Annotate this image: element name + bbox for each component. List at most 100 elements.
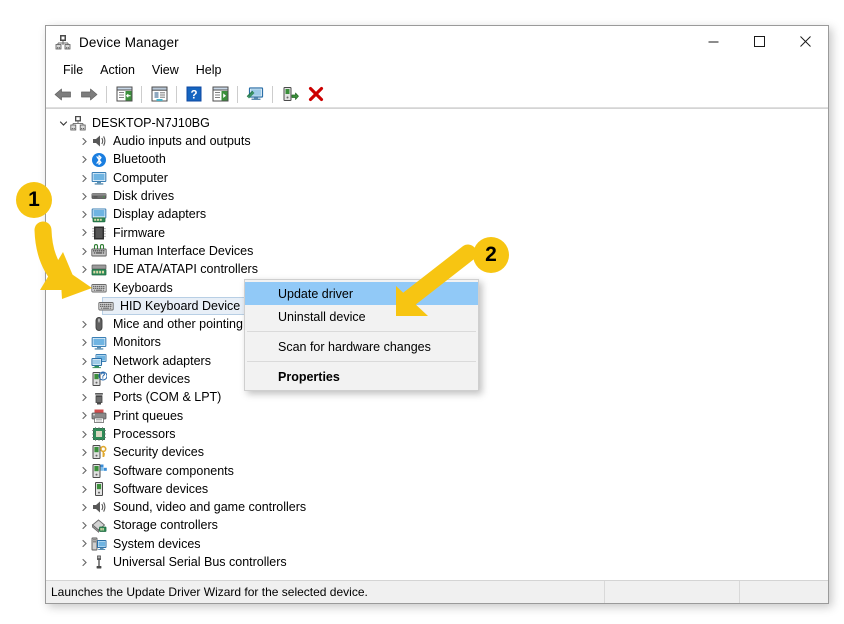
chevron-right-icon[interactable] (77, 503, 91, 512)
context-menu-item-scan-for-hardware-changes[interactable]: Scan for hardware changes (245, 335, 478, 358)
tree-row-label: Universal Serial Bus controllers (113, 555, 287, 570)
tree-row-processors[interactable]: Processors (46, 425, 828, 443)
software-device-icon (91, 481, 107, 497)
chevron-right-icon[interactable] (77, 192, 91, 201)
tree-row-label: Bluetooth (113, 152, 166, 167)
chevron-right-icon[interactable] (77, 265, 91, 274)
svg-text:?: ? (190, 89, 197, 101)
tree-row-label: Print queues (113, 408, 184, 423)
update-driver-icon[interactable] (278, 83, 302, 105)
usb-icon (91, 554, 107, 570)
computer-tree-icon (70, 115, 86, 131)
menu-view[interactable]: View (144, 61, 188, 79)
menu-action[interactable]: Action (92, 61, 144, 79)
device-tree[interactable]: DESKTOP-N7J10BG Audio inputs and outputs (46, 108, 828, 581)
tree-row-print-queues[interactable]: Print queues (46, 407, 828, 425)
properties-icon[interactable] (147, 83, 171, 105)
scan-for-hardware-changes-icon[interactable] (243, 83, 267, 105)
tree-row-storage-controllers[interactable]: Storage controllers (46, 517, 828, 535)
chevron-right-icon[interactable] (77, 521, 91, 530)
tree-row-label: System devices (113, 536, 201, 551)
help-icon[interactable]: ? (182, 83, 206, 105)
chevron-right-icon[interactable] (77, 228, 91, 237)
tree-row-disk-drives[interactable]: Disk drives (46, 187, 828, 205)
printer-icon (91, 408, 107, 424)
chevron-down-icon[interactable] (56, 119, 70, 128)
minimize-button[interactable] (690, 26, 736, 57)
chevron-right-icon[interactable] (77, 411, 91, 420)
chevron-right-icon[interactable] (77, 466, 91, 475)
tree-row-label: Network adapters (113, 353, 211, 368)
tree-row-desktop[interactable]: DESKTOP-N7J10BG (46, 114, 828, 132)
chevron-right-icon[interactable] (77, 155, 91, 164)
menu-file[interactable]: File (55, 61, 92, 79)
tree-row-label: HID Keyboard Device (120, 298, 241, 313)
maximize-button[interactable] (736, 26, 782, 57)
tree-row-ide-controllers[interactable]: IDE ATA/ATAPI controllers (46, 260, 828, 278)
chevron-down-icon[interactable] (77, 283, 91, 292)
chevron-right-icon[interactable] (77, 430, 91, 439)
status-bar-cell-b (605, 581, 740, 603)
chevron-right-icon[interactable] (77, 558, 91, 567)
tree-row-hid[interactable]: Human Interface Devices (46, 242, 828, 260)
tree-row-display-adapters[interactable]: Display adapters (46, 205, 828, 223)
close-button[interactable] (782, 26, 828, 57)
chevron-right-icon[interactable] (77, 357, 91, 366)
window-title: Device Manager (79, 34, 179, 50)
tree-row-label: Firmware (113, 225, 166, 240)
tree-row-label: Processors (113, 426, 176, 441)
menu-help[interactable]: Help (188, 61, 231, 79)
tree-row-usb-controllers[interactable]: Universal Serial Bus controllers (46, 553, 828, 571)
context-menu-item-update-driver[interactable]: Update driver (245, 282, 478, 305)
toolbar-separator (272, 85, 273, 103)
tree-row-ports[interactable]: Ports (COM & LPT) (46, 388, 828, 406)
tree-row-label: Software components (113, 463, 234, 478)
chevron-right-icon[interactable] (77, 338, 91, 347)
chevron-right-icon[interactable] (77, 210, 91, 219)
firmware-chip-icon (91, 225, 107, 241)
tree-row-label: Computer (113, 170, 168, 185)
context-menu-item-uninstall-device[interactable]: Uninstall device (245, 305, 478, 328)
title-bar: Device Manager (46, 26, 828, 58)
toolbar-separator (237, 85, 238, 103)
mouse-icon (91, 316, 107, 332)
tree-row-software-components[interactable]: Software components (46, 462, 828, 480)
tree-row-system-devices[interactable]: System devices (46, 535, 828, 553)
other-device-icon: ? (91, 371, 108, 387)
chevron-right-icon[interactable] (77, 137, 91, 146)
context-menu-separator (247, 331, 476, 332)
chevron-right-icon[interactable] (77, 485, 91, 494)
show-hide-console-tree-icon[interactable] (112, 83, 136, 105)
chevron-right-icon[interactable] (77, 448, 91, 457)
context-menu-item-properties[interactable]: Properties (245, 365, 478, 388)
chevron-right-icon[interactable] (77, 375, 91, 384)
tree-row-bluetooth[interactable]: Bluetooth (46, 151, 828, 169)
tree-row-software-devices[interactable]: Software devices (46, 480, 828, 498)
disk-drive-icon (91, 188, 107, 204)
storage-controller-icon (91, 518, 107, 534)
menu-bar: File Action View Help (46, 58, 828, 81)
show-action-pane-icon[interactable] (208, 83, 232, 105)
tree-row-sound-video-game[interactable]: Sound, video and game controllers (46, 498, 828, 516)
device-manager-icon (55, 34, 71, 50)
tree-row-security-devices[interactable]: Security devices (46, 443, 828, 461)
tree-row-label: Software devices (113, 481, 209, 496)
forward-arrow-icon[interactable] (77, 83, 101, 105)
chevron-right-icon[interactable] (77, 247, 91, 256)
context-menu[interactable]: Update driver Uninstall device Scan for … (244, 279, 479, 391)
tree-row-firmware[interactable]: Firmware (46, 224, 828, 242)
chevron-right-icon[interactable] (77, 174, 91, 183)
hid-icon (91, 243, 107, 259)
tree-row-label: Sound, video and game controllers (113, 500, 307, 515)
chevron-right-icon[interactable] (77, 539, 91, 548)
tree-row-audio[interactable]: Audio inputs and outputs (46, 132, 828, 150)
toolbar-separator (176, 85, 177, 103)
tree-row-computer[interactable]: Computer (46, 169, 828, 187)
chevron-right-icon[interactable] (77, 320, 91, 329)
status-bar: Launches the Update Driver Wizard for th… (46, 581, 828, 603)
uninstall-device-red-x-icon[interactable] (304, 83, 328, 105)
tree-row-label: Display adapters (113, 207, 207, 222)
chevron-right-icon[interactable] (77, 393, 91, 402)
back-arrow-icon[interactable] (51, 83, 75, 105)
tree-row-label: DESKTOP-N7J10BG (92, 115, 210, 130)
